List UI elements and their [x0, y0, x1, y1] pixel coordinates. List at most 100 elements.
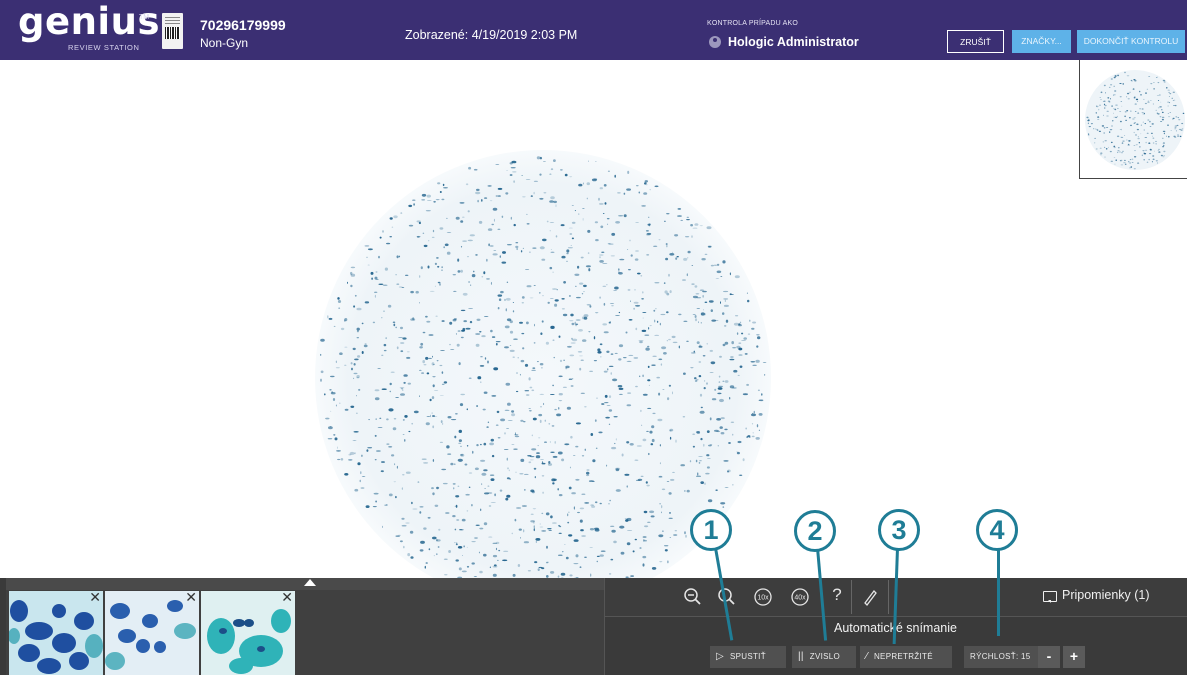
cell-speck	[320, 338, 325, 342]
cell-speck	[1143, 159, 1145, 161]
cell-speck	[599, 554, 604, 557]
cell-speck	[406, 351, 410, 353]
cell-speck	[639, 341, 643, 344]
cell-speck	[1136, 123, 1139, 126]
cell-speck	[554, 408, 557, 411]
cell-speck	[468, 281, 471, 283]
cell-speck	[1168, 102, 1171, 104]
cell-speck	[680, 464, 685, 467]
cell-speck	[1151, 161, 1153, 163]
cell-speck	[546, 220, 549, 223]
speed-decrease-button[interactable]: -	[1038, 646, 1060, 668]
cell-speck	[1135, 144, 1138, 146]
cell-speck	[583, 316, 588, 320]
cancel-button[interactable]: ZRUŠIŤ	[947, 30, 1004, 53]
cell-speck	[1167, 113, 1170, 114]
collapse-arrow-icon[interactable]	[304, 579, 316, 586]
continuous-scan-button[interactable]: ⁄ NEPRETRŽITÉ	[860, 646, 952, 668]
cell-speck	[579, 566, 582, 568]
cell-speck	[627, 288, 631, 291]
cell-speck	[1122, 83, 1124, 85]
cell-speck	[520, 359, 525, 363]
cell-speck	[495, 341, 501, 343]
slide-image[interactable]	[0, 60, 1187, 578]
cell-speck	[1103, 103, 1106, 106]
cell-speck	[597, 348, 601, 352]
marks-button[interactable]: ZNAČKY...	[1012, 30, 1071, 53]
user-icon	[709, 36, 721, 48]
cell-speck	[527, 570, 532, 572]
cell-speck	[361, 322, 364, 325]
cell-speck	[368, 419, 370, 421]
cell-speck	[654, 334, 660, 336]
speed-increase-button[interactable]: +	[1063, 646, 1085, 668]
cell-speck	[1131, 80, 1133, 82]
help-icon[interactable]: ?	[827, 585, 847, 605]
cell-speck	[453, 318, 457, 320]
cell-speck	[401, 517, 405, 520]
callout-2: 2	[794, 510, 836, 552]
zoom-40x-icon[interactable]: 40x	[790, 587, 810, 607]
cell-speck	[1133, 79, 1136, 81]
cell-speck	[436, 553, 438, 556]
minimap-image[interactable]	[1080, 60, 1187, 178]
cell-speck	[751, 423, 754, 425]
zoom-10x-icon[interactable]: 10x	[753, 587, 773, 607]
cell-speck	[338, 307, 341, 309]
cell-speck	[1149, 126, 1152, 127]
cell-speck	[628, 354, 634, 356]
overview-minimap[interactable]	[1079, 60, 1187, 179]
start-scan-button[interactable]: ▷ SPUSTIŤ	[710, 646, 786, 668]
cell-speck	[599, 254, 604, 256]
cell-speck	[561, 255, 566, 259]
cell-speck	[1112, 94, 1114, 96]
cell-speck	[442, 423, 444, 425]
cell-speck	[1113, 112, 1114, 114]
cell-speck	[701, 258, 706, 261]
cell-speck	[1132, 118, 1135, 120]
cell-speck	[383, 310, 385, 312]
zoom-out-icon[interactable]	[683, 587, 703, 607]
comment-icon[interactable]	[1043, 591, 1057, 603]
app-header: genius TM REVIEW STATION 70296179999 Non…	[0, 0, 1187, 60]
fov-thumbnail[interactable]: ✕	[105, 591, 199, 675]
cell-speck	[415, 290, 419, 294]
thumbnail-close-button[interactable]: ✕	[281, 591, 293, 604]
cell-speck	[353, 431, 359, 433]
cell-speck	[432, 384, 435, 388]
cell-speck	[646, 484, 650, 487]
comments-button[interactable]: Pripomienky (1)	[1062, 588, 1150, 602]
cell-speck	[494, 493, 496, 497]
cell-speck	[1150, 83, 1153, 85]
fov-thumbnail[interactable]: ✕	[9, 591, 103, 675]
cell-speck	[465, 183, 469, 186]
cell-speck	[421, 193, 427, 197]
thumbnail-close-button[interactable]: ✕	[89, 591, 101, 604]
cell-speck	[513, 223, 516, 227]
cell-speck	[545, 512, 550, 516]
cell-speck	[487, 360, 489, 364]
slide-viewer[interactable]	[0, 60, 1187, 578]
cell-speck	[395, 397, 399, 398]
cell-speck	[1116, 135, 1120, 138]
cell-speck	[432, 425, 435, 429]
pen-icon[interactable]	[860, 587, 880, 607]
cell-speck	[594, 419, 597, 422]
vertical-scan-button[interactable]: || ZVISLO	[792, 646, 856, 668]
thumbnail-close-button[interactable]: ✕	[185, 591, 197, 604]
cell-speck	[439, 227, 444, 230]
cell-speck	[460, 220, 464, 223]
cell-speck	[729, 358, 735, 361]
finish-review-button[interactable]: DOKONČIŤ KONTROLU	[1077, 30, 1185, 53]
cell-speck	[374, 434, 377, 437]
cell-speck	[466, 565, 470, 568]
cell-speck	[411, 501, 413, 505]
cell-speck	[406, 356, 411, 359]
cell-speck	[536, 361, 539, 363]
cell-speck	[1113, 76, 1116, 79]
cell-speck	[602, 323, 607, 326]
cell-speck	[1142, 113, 1145, 115]
cell-speck	[544, 419, 546, 422]
fov-thumbnail[interactable]: ✕	[201, 591, 295, 675]
cell-speck	[562, 386, 567, 388]
